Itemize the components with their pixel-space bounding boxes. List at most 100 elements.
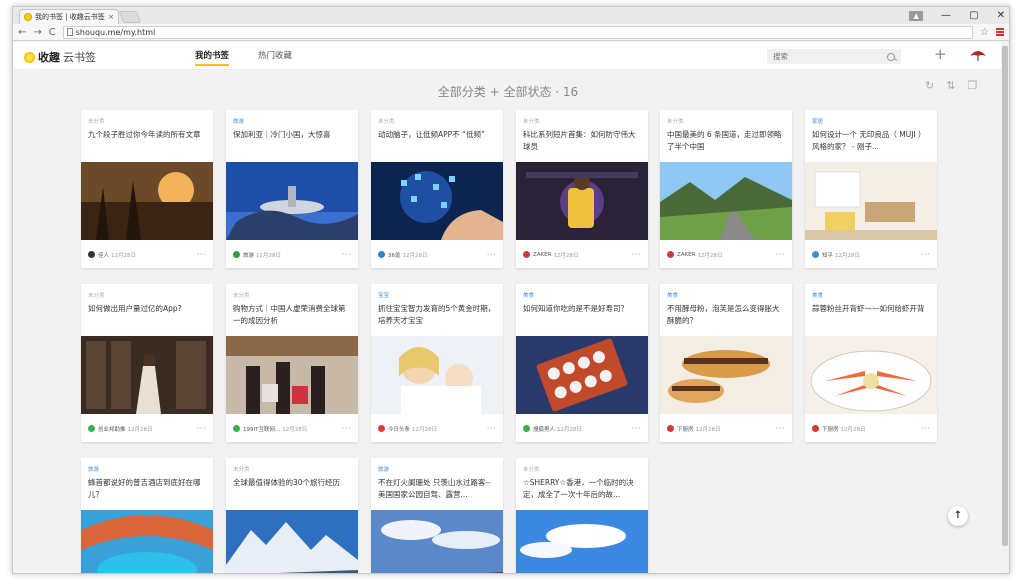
avatar[interactable] <box>969 48 987 62</box>
card-title[interactable]: 蜂首都说好的普吉酒店到底好在哪儿？ <box>88 477 206 501</box>
card-category[interactable]: 旅游 <box>88 465 99 473</box>
card-thumbnail[interactable] <box>371 510 503 573</box>
bookmark-card[interactable]: 美食 如何知道你吃的是不是好寿司？ 搜狐男人 12月28日 ··· <box>516 284 648 442</box>
close-window-button[interactable]: ✕ <box>997 10 1005 21</box>
card-thumbnail[interactable] <box>805 162 937 240</box>
bookmark-card[interactable]: 宝宝 抓住宝宝智力发育的5个黄金时期，培养天才宝宝 今日头条 12月28日 ··· <box>371 284 503 442</box>
card-thumbnail[interactable] <box>81 162 213 240</box>
card-category[interactable]: 宝宝 <box>378 291 389 299</box>
card-title[interactable]: 不用酵母粉，泡芙是怎么变得胀大酥脆的？ <box>667 303 785 327</box>
more-options-icon[interactable]: ··· <box>632 424 641 433</box>
page-title[interactable]: 全部分类 + 全部状态 · 16 <box>13 83 1003 100</box>
card-title[interactable]: ☆SHERRY☆香港，一个临时的决定，成全了一次十年后的故... <box>523 477 641 501</box>
minimize-button[interactable]: — <box>941 10 951 21</box>
card-thumbnail[interactable] <box>660 162 792 240</box>
more-options-icon[interactable]: ··· <box>921 250 930 259</box>
card-title[interactable]: 购物方式｜中国人虚荣消费全球第一的成因分析 <box>233 303 351 327</box>
url-input[interactable]: shouqu.me/my.html <box>62 25 974 39</box>
browser-tab[interactable]: 我的书签 | 收趣云书签 × <box>19 9 119 24</box>
bookmark-card[interactable]: 未分类 如何做出用户量过亿的App? 创业邦助推 12月28日 ··· <box>81 284 213 442</box>
tab-my-bookmarks[interactable]: 我的书签 <box>195 49 230 66</box>
card-title[interactable]: 抓住宝宝智力发育的5个黄金时期，培养天才宝宝 <box>378 303 496 327</box>
more-options-icon[interactable]: ··· <box>632 250 641 259</box>
card-category[interactable]: 美食 <box>667 291 678 299</box>
forward-icon[interactable]: → <box>33 27 41 38</box>
card-category[interactable]: 美食 <box>812 291 823 299</box>
card-title[interactable]: 不在灯火阑珊处 只羡山水过路客--美国国家公园自驾、露营... <box>378 477 496 501</box>
scrollbar[interactable] <box>1001 42 1009 573</box>
tab-popular[interactable]: 热门收藏 <box>258 49 292 61</box>
bookmark-card[interactable]: 旅游蜂首都说好的普吉酒店到底好在哪儿？ <box>81 458 213 573</box>
new-tab-button[interactable] <box>118 11 142 23</box>
card-thumbnail[interactable] <box>805 336 937 414</box>
scrollbar-thumb[interactable] <box>1002 46 1008 546</box>
more-options-icon[interactable]: ··· <box>342 424 351 433</box>
card-category[interactable]: 未分类 <box>88 117 105 125</box>
bookmark-card[interactable]: 未分类 购物方式｜中国人虚荣消费全球第一的成因分析 199IT互联网... 12月… <box>226 284 358 442</box>
bookmark-card[interactable]: 未分类 ☆SHERRY☆香港，一个临时的决定，成全了一次十年后的故... <box>516 458 648 573</box>
more-options-icon[interactable]: ··· <box>197 424 206 433</box>
copy-icon[interactable]: ❐ <box>967 79 977 92</box>
reload-icon[interactable]: C <box>49 27 56 38</box>
more-options-icon[interactable]: ··· <box>776 250 785 259</box>
card-title[interactable]: 保加利亚｜冷门小国，大惊喜 <box>233 129 351 153</box>
bookmark-star-icon[interactable]: ☆ <box>980 27 989 38</box>
card-category[interactable]: 旅游 <box>233 117 244 125</box>
card-title[interactable]: 中国最美的 6 条国道，走过即领略了半个中国 <box>667 129 785 153</box>
card-thumbnail[interactable] <box>371 336 503 414</box>
card-category[interactable]: 未分类 <box>523 465 540 473</box>
card-thumbnail[interactable] <box>226 510 358 573</box>
card-thumbnail[interactable] <box>516 336 648 414</box>
card-thumbnail[interactable] <box>516 162 648 240</box>
card-thumbnail[interactable] <box>371 162 503 240</box>
card-category[interactable]: 未分类 <box>523 117 540 125</box>
more-options-icon[interactable]: ··· <box>921 424 930 433</box>
card-thumbnail[interactable] <box>226 336 358 414</box>
card-category[interactable]: 未分类 <box>233 465 250 473</box>
card-title[interactable]: 蒜蓉粉丝开背虾——如何给虾开背 <box>812 303 930 327</box>
tab-close-icon[interactable]: × <box>108 13 114 21</box>
more-options-icon[interactable]: ··· <box>776 424 785 433</box>
card-category[interactable]: 未分类 <box>378 117 395 125</box>
add-bookmark-button[interactable]: + <box>934 47 947 62</box>
bookmark-card[interactable]: 旅游 保加利亚｜冷门小国，大惊喜 旅游 12月28日 ··· <box>226 110 358 268</box>
card-category[interactable]: 未分类 <box>667 117 684 125</box>
logo[interactable]: 收趣 云书签 <box>24 49 96 65</box>
back-icon[interactable]: ← <box>18 27 26 38</box>
card-thumbnail[interactable] <box>660 336 792 414</box>
refresh-icon[interactable]: ↻ <box>925 79 934 92</box>
bookmark-card[interactable]: 未分类 科比系列短片首集：如何防守伟大球员 ZAKER 12月28日 ··· <box>516 110 648 268</box>
card-title[interactable]: 如何做出用户量过亿的App? <box>88 303 206 327</box>
card-thumbnail[interactable] <box>81 336 213 414</box>
bookmark-card[interactable]: 未分类 动动脑子，让低频APP不 “低频” 36氪 12月28日 ··· <box>371 110 503 268</box>
bookmark-card[interactable]: 家居 如何设计一个 无印良品（ MUJI ）风格的家？ - 刚子... 知乎 12… <box>805 110 937 268</box>
card-category[interactable]: 未分类 <box>233 291 250 299</box>
card-thumbnail[interactable] <box>226 162 358 240</box>
card-title[interactable]: 科比系列短片首集：如何防守伟大球员 <box>523 129 641 153</box>
bookmark-card[interactable]: 美食 不用酵母粉，泡芙是怎么变得胀大酥脆的？ 下厨房 12月28日 ··· <box>660 284 792 442</box>
card-thumbnail[interactable] <box>516 510 648 573</box>
bookmark-card[interactable]: 未分类 九个段子胜过你今年读的所有文章 佳人 12月28日 ··· <box>81 110 213 268</box>
card-category[interactable]: 美食 <box>523 291 534 299</box>
search-icon[interactable] <box>887 52 895 61</box>
card-title[interactable]: 如何设计一个 无印良品（ MUJI ）风格的家？ - 刚子... <box>812 129 930 153</box>
back-to-top-button[interactable]: ↑ <box>948 506 968 526</box>
sort-icon[interactable]: ⇅ <box>946 79 955 92</box>
card-title[interactable]: 九个段子胜过你今年读的所有文章 <box>88 129 206 153</box>
maximize-button[interactable]: ▢ <box>969 10 978 21</box>
card-category[interactable]: 旅游 <box>378 465 389 473</box>
card-title[interactable]: 如何知道你吃的是不是好寿司？ <box>523 303 641 327</box>
card-title[interactable]: 动动脑子，让低频APP不 “低频” <box>378 129 496 153</box>
bookmark-card[interactable]: 未分类全球最值得体验的30个旅行经历 <box>226 458 358 573</box>
browser-menu-icon[interactable] <box>996 28 1004 36</box>
card-category[interactable]: 家居 <box>812 117 823 125</box>
bookmark-card[interactable]: 美食 蒜蓉粉丝开背虾——如何给虾开背 下厨房 12月28日 ··· <box>805 284 937 442</box>
bookmark-card[interactable]: 未分类 中国最美的 6 条国道，走过即领略了半个中国 ZAKER 12月28日 ·… <box>660 110 792 268</box>
more-options-icon[interactable]: ··· <box>342 250 351 259</box>
card-title[interactable]: 全球最值得体验的30个旅行经历 <box>233 477 351 501</box>
card-thumbnail[interactable] <box>81 510 213 573</box>
search-input[interactable] <box>773 52 887 61</box>
user-profile-icon[interactable]: ▲ <box>909 10 924 21</box>
more-options-icon[interactable]: ··· <box>197 250 206 259</box>
bookmark-card[interactable]: 旅游不在灯火阑珊处 只羡山水过路客--美国国家公园自驾、露营... <box>371 458 503 573</box>
